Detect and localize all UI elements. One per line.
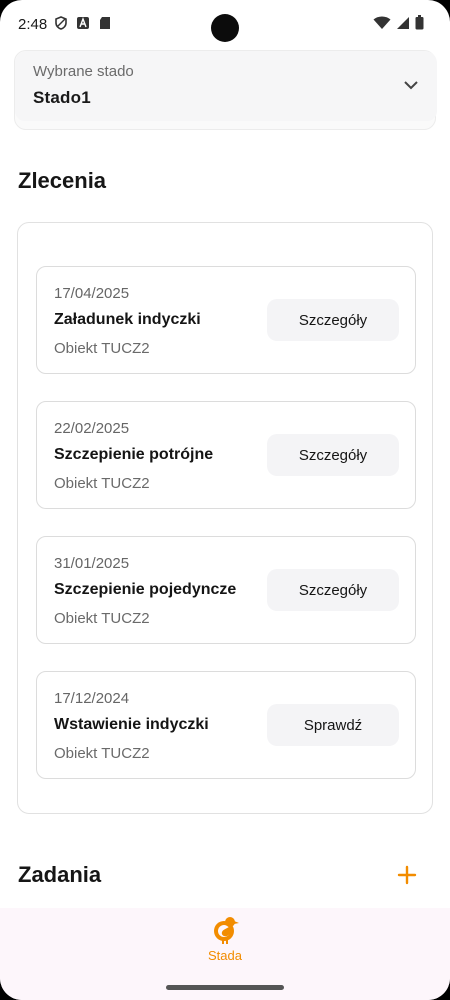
order-name: Szczepienie pojedyncze: [54, 581, 237, 598]
home-indicator[interactable]: [166, 985, 284, 990]
herd-dropdown-value: Stado1: [33, 88, 91, 107]
nav-item-stada[interactable]: Stada: [195, 914, 255, 970]
order-check-button[interactable]: Sprawdź: [267, 704, 399, 746]
order-object: Obiekt TUCZ2: [54, 610, 150, 627]
orders-section-title: Zlecenia: [18, 168, 107, 193]
signal-icon: [397, 16, 409, 29]
order-details-button[interactable]: Szczegóły: [267, 569, 399, 611]
herd-dropdown[interactable]: Wybrane stado Stado1: [15, 51, 437, 121]
battery-icon: [415, 15, 424, 30]
order-object: Obiekt TUCZ2: [54, 745, 150, 762]
chevron-down-icon[interactable]: [403, 79, 419, 91]
turkey-icon: [214, 917, 239, 944]
order-details-button[interactable]: Szczegóły: [267, 299, 399, 341]
tasks-section-title: Zadania: [18, 862, 102, 887]
order-date: 17/12/2024: [54, 690, 130, 707]
order-name: Załadunek indyczki: [54, 311, 201, 328]
herd-dropdown-label: Wybrane stado: [33, 63, 134, 80]
sd-card-icon: [100, 17, 110, 29]
order-card[interactable]: 22/02/2025 Szczepienie potrójne Obiekt T…: [36, 401, 416, 509]
a-icon: [77, 17, 89, 29]
plus-icon[interactable]: [394, 862, 420, 888]
order-date: 22/02/2025: [54, 420, 130, 437]
order-card[interactable]: 17/04/2025 Załadunek indyczki Obiekt TUC…: [36, 266, 416, 374]
status-left-icons: [54, 16, 112, 30]
order-date: 31/01/2025: [54, 555, 130, 572]
order-name: Wstawienie indyczki: [54, 716, 209, 733]
order-details-button[interactable]: Szczegóły: [267, 434, 399, 476]
order-object: Obiekt TUCZ2: [54, 475, 150, 492]
order-card[interactable]: 17/12/2024 Wstawienie indyczki Obiekt TU…: [36, 671, 416, 779]
camera-cutout: [211, 14, 239, 42]
order-name: Szczepienie potrójne: [54, 446, 214, 463]
herd-selector-card: Wybrane stado Stado1: [14, 50, 437, 130]
status-bar: 2:48: [0, 0, 450, 48]
order-card[interactable]: 31/01/2025 Szczepienie pojedyncze Obiekt…: [36, 536, 416, 644]
orders-list: 17/04/2025 Załadunek indyczki Obiekt TUC…: [17, 222, 433, 814]
status-time: 2:48: [18, 16, 48, 33]
order-object: Obiekt TUCZ2: [54, 340, 150, 357]
app-screen: 2:48 Wybrane stado Stado1 Zlecenia 17/04…: [0, 0, 450, 1000]
bottom-navigation: Stada: [0, 908, 450, 1000]
shield-icon: [55, 16, 67, 30]
order-date: 17/04/2025: [54, 285, 130, 302]
wifi-icon: [373, 16, 391, 29]
status-right-icons: [373, 15, 424, 30]
nav-item-label: Stada: [208, 948, 242, 963]
